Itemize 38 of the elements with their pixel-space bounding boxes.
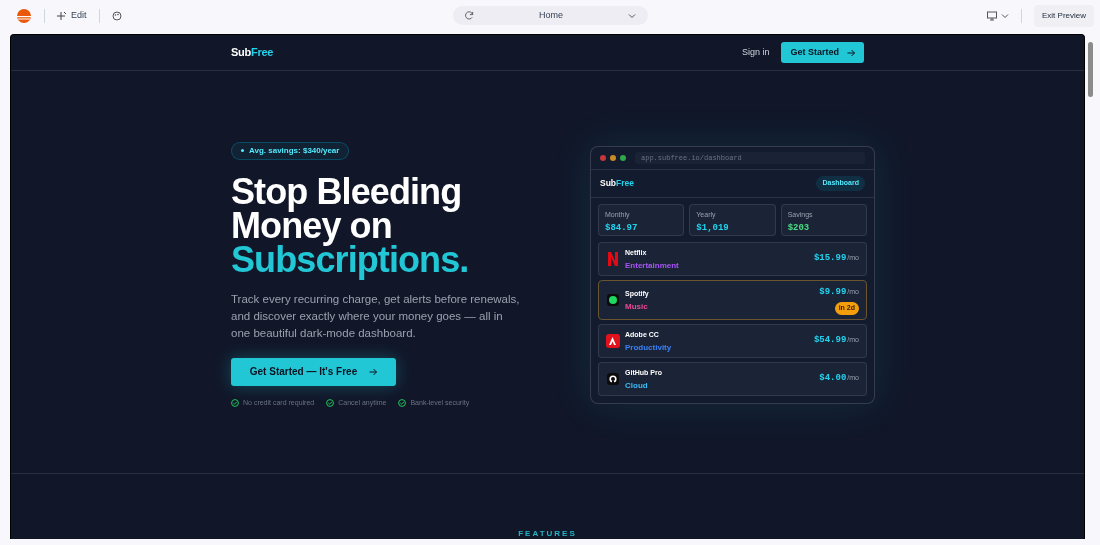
- check-circle-icon: [231, 398, 239, 407]
- monitor-icon: [987, 11, 997, 21]
- category-label: Music: [625, 302, 649, 311]
- check-circle-icon: [398, 398, 407, 407]
- price: $4.00: [819, 372, 847, 386]
- page-select[interactable]: Home: [453, 6, 648, 25]
- logo[interactable]: SubFree: [231, 44, 274, 61]
- stat-value: $1,019: [696, 221, 730, 235]
- check-circle-icon: [326, 398, 335, 407]
- get-started-button[interactable]: Get Started: [781, 42, 864, 63]
- logo-icon[interactable]: [16, 8, 32, 24]
- edit-button[interactable]: Edit: [57, 9, 87, 23]
- chevron-down-icon: [628, 11, 636, 20]
- arrow-right-icon: [369, 367, 378, 376]
- device-select[interactable]: [987, 11, 1009, 21]
- exit-preview-button[interactable]: Exit Preview: [1034, 5, 1094, 27]
- letter-n-icon: [607, 252, 619, 266]
- get-started-free-button[interactable]: Get Started — It's Free: [231, 357, 396, 386]
- scrollbar[interactable]: [1088, 42, 1093, 97]
- price: $54.99: [813, 334, 847, 348]
- arrow-right-icon: [847, 48, 855, 57]
- a-shape-icon: [606, 334, 620, 348]
- savings-badge: Avg. savings: $340/year: [231, 141, 350, 160]
- category-label: Productivity: [625, 343, 672, 352]
- section-label: FEATURES: [517, 528, 578, 539]
- logo: SubFree: [600, 177, 635, 190]
- refresh-icon[interactable]: [465, 11, 474, 20]
- price: $9.99: [819, 285, 847, 299]
- price: $15.99: [813, 252, 847, 266]
- chevron-down-icon: [1001, 12, 1009, 20]
- sign-in-link[interactable]: Sign in: [741, 45, 770, 60]
- stat-value: $84.97: [605, 221, 639, 235]
- stat-value: $203: [787, 221, 811, 235]
- hero-description: Track every recurring charge, get alerts before renewals, and discover exactly where your money goes — all in one beautiful dark-mode dashboard.: [231, 291, 521, 341]
- sparkle-icon: [57, 11, 67, 21]
- category-label: Entertainment: [625, 261, 679, 270]
- round-logo-icon: [607, 294, 619, 306]
- category-label: Cloud: [625, 381, 649, 390]
